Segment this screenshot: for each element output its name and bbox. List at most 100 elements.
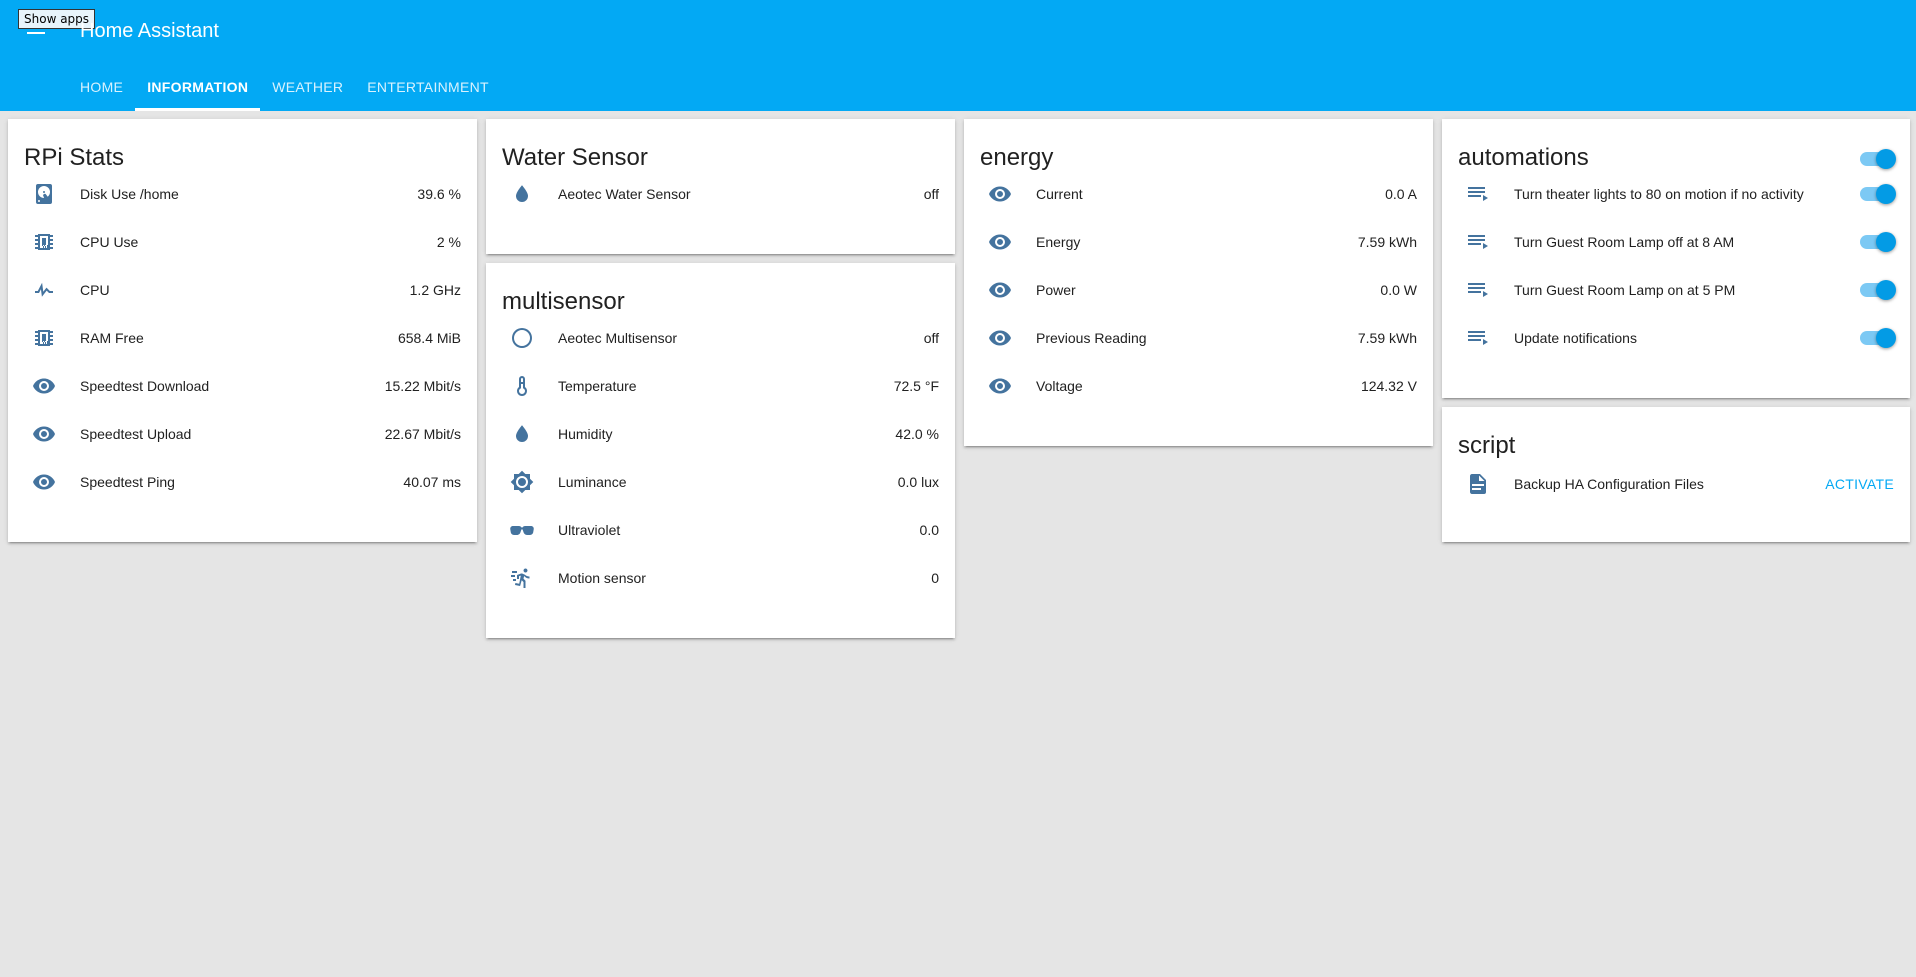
entity-name: Speedtest Download xyxy=(80,378,210,394)
entity-row-disk-use[interactable]: Disk Use /home 39.6 % xyxy=(24,174,461,214)
playlist-play-icon xyxy=(1458,222,1498,262)
eye-icon xyxy=(980,270,1020,310)
entity-state: 7.59 kWh xyxy=(1357,330,1417,346)
entity-state: 124.32 V xyxy=(1360,378,1417,394)
entity-row-motion-sensor[interactable]: Motion sensor 0 xyxy=(502,558,939,598)
view-tabs: HOME INFORMATION WEATHER ENTERTAINMENT xyxy=(68,70,501,111)
entity-name: Temperature xyxy=(558,378,637,394)
file-document-icon xyxy=(1458,464,1498,504)
entity-state: 0.0 A xyxy=(1385,186,1417,202)
automations-card: automations Turn theater lights to 80 on… xyxy=(1442,119,1910,398)
automation-row-update-notifications[interactable]: Update notifications xyxy=(1458,318,1896,358)
entity-name: Aeotec Water Sensor xyxy=(558,186,691,202)
tab-information[interactable]: INFORMATION xyxy=(135,70,261,111)
entity-name: Turn theater lights to 80 on motion if n… xyxy=(1514,186,1804,202)
eye-icon xyxy=(980,222,1020,262)
entity-state: 0.0 W xyxy=(1380,282,1417,298)
entity-state: 40.07 ms xyxy=(403,474,461,490)
script-row-backup-ha[interactable]: Backup HA Configuration Files ACTIVATE xyxy=(1458,464,1894,504)
multisensor-card: multisensor Aeotec Multisensor off Tempe… xyxy=(486,263,955,638)
entity-row-aeotec-water-sensor[interactable]: Aeotec Water Sensor off xyxy=(502,174,939,214)
brightness-icon xyxy=(502,462,542,502)
automation-row-theater-lights[interactable]: Turn theater lights to 80 on motion if n… xyxy=(1458,174,1896,214)
card-title: energy xyxy=(980,144,1054,171)
eye-icon xyxy=(980,174,1020,214)
tab-entertainment[interactable]: ENTERTAINMENT xyxy=(355,70,501,111)
automation-toggle[interactable] xyxy=(1858,328,1896,348)
entity-name: Previous Reading xyxy=(1036,330,1147,346)
automation-toggle[interactable] xyxy=(1858,184,1896,204)
entity-name: Current xyxy=(1036,186,1083,202)
entity-state: 7.59 kWh xyxy=(1357,234,1417,250)
chip-icon xyxy=(24,318,64,358)
card-title: automations xyxy=(1458,144,1589,171)
entity-row-luminance[interactable]: Luminance 0.0 lux xyxy=(502,462,939,502)
entity-row-energy[interactable]: Energy 7.59 kWh xyxy=(980,222,1417,262)
entity-row-temperature[interactable]: Temperature 72.5 °F xyxy=(502,366,939,406)
entity-state: 42.0 % xyxy=(895,426,939,442)
entity-state: 0 xyxy=(931,570,939,586)
automation-toggle[interactable] xyxy=(1858,232,1896,252)
entity-name: CPU xyxy=(80,282,110,298)
entity-name: Power xyxy=(1036,282,1076,298)
entity-state: 0.0 xyxy=(919,522,939,538)
entity-name: Humidity xyxy=(558,426,613,442)
eye-icon xyxy=(980,366,1020,406)
app-header: Show apps Home Assistant HOME INFORMATIO… xyxy=(0,0,1916,111)
automation-row-guest-lamp-on[interactable]: Turn Guest Room Lamp on at 5 PM xyxy=(1458,270,1896,310)
chip-icon xyxy=(24,222,64,262)
water-sensor-card: Water Sensor Aeotec Water Sensor off xyxy=(486,119,955,254)
eye-icon xyxy=(24,414,64,454)
pulse-icon xyxy=(24,270,64,310)
entity-name: Luminance xyxy=(558,474,627,490)
thermometer-icon xyxy=(502,366,542,406)
entity-row-voltage[interactable]: Voltage 124.32 V xyxy=(980,366,1417,406)
tab-weather[interactable]: WEATHER xyxy=(260,70,355,111)
entity-name: Disk Use /home xyxy=(80,186,179,202)
automation-row-guest-lamp-off[interactable]: Turn Guest Room Lamp off at 8 AM xyxy=(1458,222,1896,262)
sunglasses-icon xyxy=(502,510,542,550)
entity-row-cpu[interactable]: CPU 1.2 GHz xyxy=(24,270,461,310)
entity-row-speedtest-ping[interactable]: Speedtest Ping 40.07 ms xyxy=(24,462,461,502)
energy-card: energy Current 0.0 A Energy 7.59 kWh Pow… xyxy=(964,119,1433,446)
entity-row-ultraviolet[interactable]: Ultraviolet 0.0 xyxy=(502,510,939,550)
entity-name: Backup HA Configuration Files xyxy=(1514,476,1704,492)
entity-row-previous-reading[interactable]: Previous Reading 7.59 kWh xyxy=(980,318,1417,358)
entity-name: Motion sensor xyxy=(558,570,646,586)
app-title: Home Assistant xyxy=(80,20,219,42)
entity-state: 72.5 °F xyxy=(893,378,939,394)
entity-name: Aeotec Multisensor xyxy=(558,330,678,346)
entity-row-speedtest-upload[interactable]: Speedtest Upload 22.67 Mbit/s xyxy=(24,414,461,454)
entity-row-humidity[interactable]: Humidity 42.0 % xyxy=(502,414,939,454)
entity-name: RAM Free xyxy=(80,330,144,346)
entity-row-aeotec-multisensor[interactable]: Aeotec Multisensor off xyxy=(502,318,939,358)
rpi-stats-card: RPi Stats Disk Use /home 39.6 % CPU Use … xyxy=(8,119,477,542)
entity-row-current[interactable]: Current 0.0 A xyxy=(980,174,1417,214)
entity-row-power[interactable]: Power 0.0 W xyxy=(980,270,1417,310)
entity-name: CPU Use xyxy=(80,234,139,250)
entity-name: Voltage xyxy=(1036,378,1083,394)
automation-toggle[interactable] xyxy=(1858,280,1896,300)
eye-icon xyxy=(980,318,1020,358)
automations-group-toggle[interactable] xyxy=(1858,149,1896,169)
card-title: multisensor xyxy=(502,288,625,315)
entity-name: Turn Guest Room Lamp off at 8 AM xyxy=(1514,234,1735,250)
playlist-play-icon xyxy=(1458,270,1498,310)
script-card: script Backup HA Configuration Files ACT… xyxy=(1442,407,1910,542)
entity-row-ram-free[interactable]: RAM Free 658.4 MiB xyxy=(24,318,461,358)
entity-row-speedtest-download[interactable]: Speedtest Download 15.22 Mbit/s xyxy=(24,366,461,406)
entity-state: 39.6 % xyxy=(417,186,461,202)
card-title: Water Sensor xyxy=(502,144,648,171)
entity-state: 15.22 Mbit/s xyxy=(384,378,461,394)
entity-name: Ultraviolet xyxy=(558,522,621,538)
entity-state: 0.0 lux xyxy=(897,474,939,490)
activate-button[interactable]: ACTIVATE xyxy=(1825,476,1894,492)
tab-home[interactable]: HOME xyxy=(68,70,135,111)
circle-outline-icon xyxy=(502,318,542,358)
entity-row-cpu-use[interactable]: CPU Use 2 % xyxy=(24,222,461,262)
entity-state: 2 % xyxy=(436,234,461,250)
entity-state: off xyxy=(923,186,939,202)
entity-state: 658.4 MiB xyxy=(397,330,461,346)
card-title: RPi Stats xyxy=(24,144,125,171)
water-drop-icon xyxy=(502,174,542,214)
